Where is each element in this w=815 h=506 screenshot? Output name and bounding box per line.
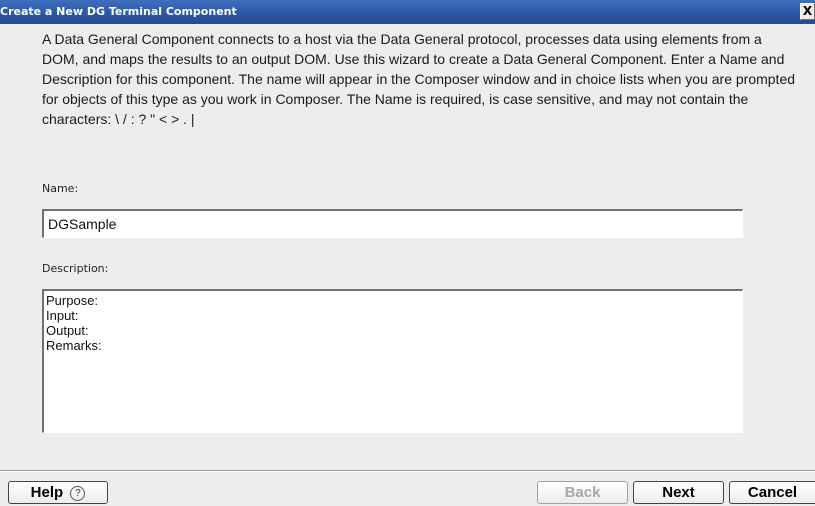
back-button[interactable]: Back	[537, 481, 628, 504]
name-label: Name:	[42, 182, 79, 195]
title-bar[interactable]: Create a New DG Terminal Component X	[0, 0, 815, 24]
help-circle-icon: ?	[70, 486, 86, 501]
description-line: Remarks:	[46, 338, 102, 353]
description-textarea[interactable]: Purpose: Input: Output: Remarks:	[42, 289, 743, 433]
help-button-label: Help	[30, 484, 64, 501]
close-icon[interactable]: X	[800, 3, 815, 20]
window-title: Create a New DG Terminal Component	[0, 5, 237, 18]
intro-text: A Data General Component connects to a h…	[42, 31, 796, 127]
help-button[interactable]: Help ?	[8, 481, 108, 504]
description-line: Input:	[46, 308, 79, 323]
cancel-button[interactable]: Cancel	[729, 481, 815, 504]
next-button[interactable]: Next	[633, 481, 724, 504]
button-bar-divider	[0, 470, 815, 472]
wizard-dialog: Create a New DG Terminal Component X A D…	[0, 0, 815, 506]
description-line: Output:	[46, 323, 89, 338]
description-line: Purpose:	[46, 293, 99, 308]
name-input[interactable]	[42, 209, 743, 238]
description-label: Description:	[42, 262, 109, 275]
